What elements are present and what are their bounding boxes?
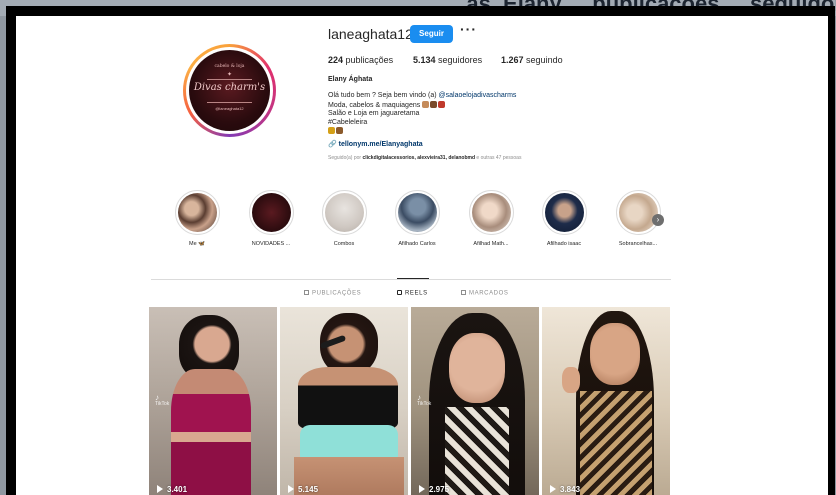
profile-username: laneaghata12 [328,26,413,42]
highlight-thumbnail [618,193,658,232]
highlight-afilhado-carlos[interactable]: Afilhado Carlos [387,190,447,247]
reels-icon [397,290,402,295]
reel-item[interactable]: 5.145 [280,307,408,495]
tagged-icon [461,290,466,295]
reel-item[interactable]: ♪ TikTok 2.975 [411,307,539,495]
more-options-icon[interactable]: ··· [460,21,477,37]
tab-reels[interactable]: REELS [397,290,428,297]
play-icon [550,485,556,493]
tab-publicacoes[interactable]: PUBLICAÇÕES [304,290,361,297]
tab-marcados[interactable]: MARCADOS [461,290,508,297]
stat-posts: 224 publicações [328,55,394,65]
highlight-combos[interactable]: Combos [314,190,374,247]
highlight-thumbnail [544,193,584,232]
reel-views: 3.843 [550,485,580,494]
reel-views: 5.145 [288,485,318,494]
active-tab-indicator [397,278,429,279]
play-icon [157,485,163,493]
sparkle-icon: ✦ [226,72,233,78]
stat-followers[interactable]: 5.134 seguidores [413,55,482,65]
reel-views: 2.975 [419,485,449,494]
bio-mention-link[interactable]: @salaoelojadivascharms [439,92,517,99]
bio-emojis [422,100,446,111]
highlight-me[interactable]: Me 🦋 [167,190,227,247]
highlight-afilhad-math[interactable]: Afilhad Math... [461,190,521,247]
highlight-thumbnail [251,193,291,232]
profile-full-name: Elany Ághata [328,76,373,83]
profile-bio: Olá tudo bem ? Seja bem vindo (a) @salao… [328,92,588,137]
tiktok-watermark: ♪ TikTok [155,393,170,408]
profile-link[interactable]: 🔗 tellonym.me/Elanyaghata [328,140,423,148]
highlight-thumbnail [397,193,437,232]
highlight-thumbnail [324,193,364,232]
grid-icon [304,290,309,295]
avatar-logo: cabelo & loja ✦ Divas charm's @laneaghat… [189,50,270,131]
reel-item[interactable]: ♪ TikTok 3.401 [149,307,277,495]
avatar-brand: Divas charm's [193,82,266,93]
highlight-novidades[interactable]: NOVIDADES ... [241,190,301,247]
reel-item[interactable]: 3.843 [542,307,670,495]
play-icon [419,485,425,493]
highlight-afilhado-isaac[interactable]: Afilhado isaac [534,190,594,247]
followed-by[interactable]: Seguido(a) por clickdigitalacessorios, a… [328,155,521,161]
chevron-right-icon[interactable]: › [652,214,664,226]
link-icon: 🔗 [328,141,339,148]
highlight-thumbnail [471,193,511,232]
profile-avatar[interactable]: cabelo & loja ✦ Divas charm's @laneaghat… [183,44,276,137]
reel-views: 3.401 [157,485,187,494]
follow-button[interactable]: Seguir [410,25,453,43]
play-icon [288,485,294,493]
highlight-thumbnail [177,193,217,232]
bio-emojis-2 [328,127,344,137]
tiktok-watermark: ♪ TikTok [417,393,432,408]
avatar-handle: @laneaghata12 [215,106,244,111]
avatar-tagline: cabelo & loja [214,64,245,69]
tab-divider [151,279,671,280]
instagram-profile-page: cabelo & loja ✦ Divas charm's @laneaghat… [16,16,828,495]
stat-following[interactable]: 1.267 seguindo [501,55,563,65]
